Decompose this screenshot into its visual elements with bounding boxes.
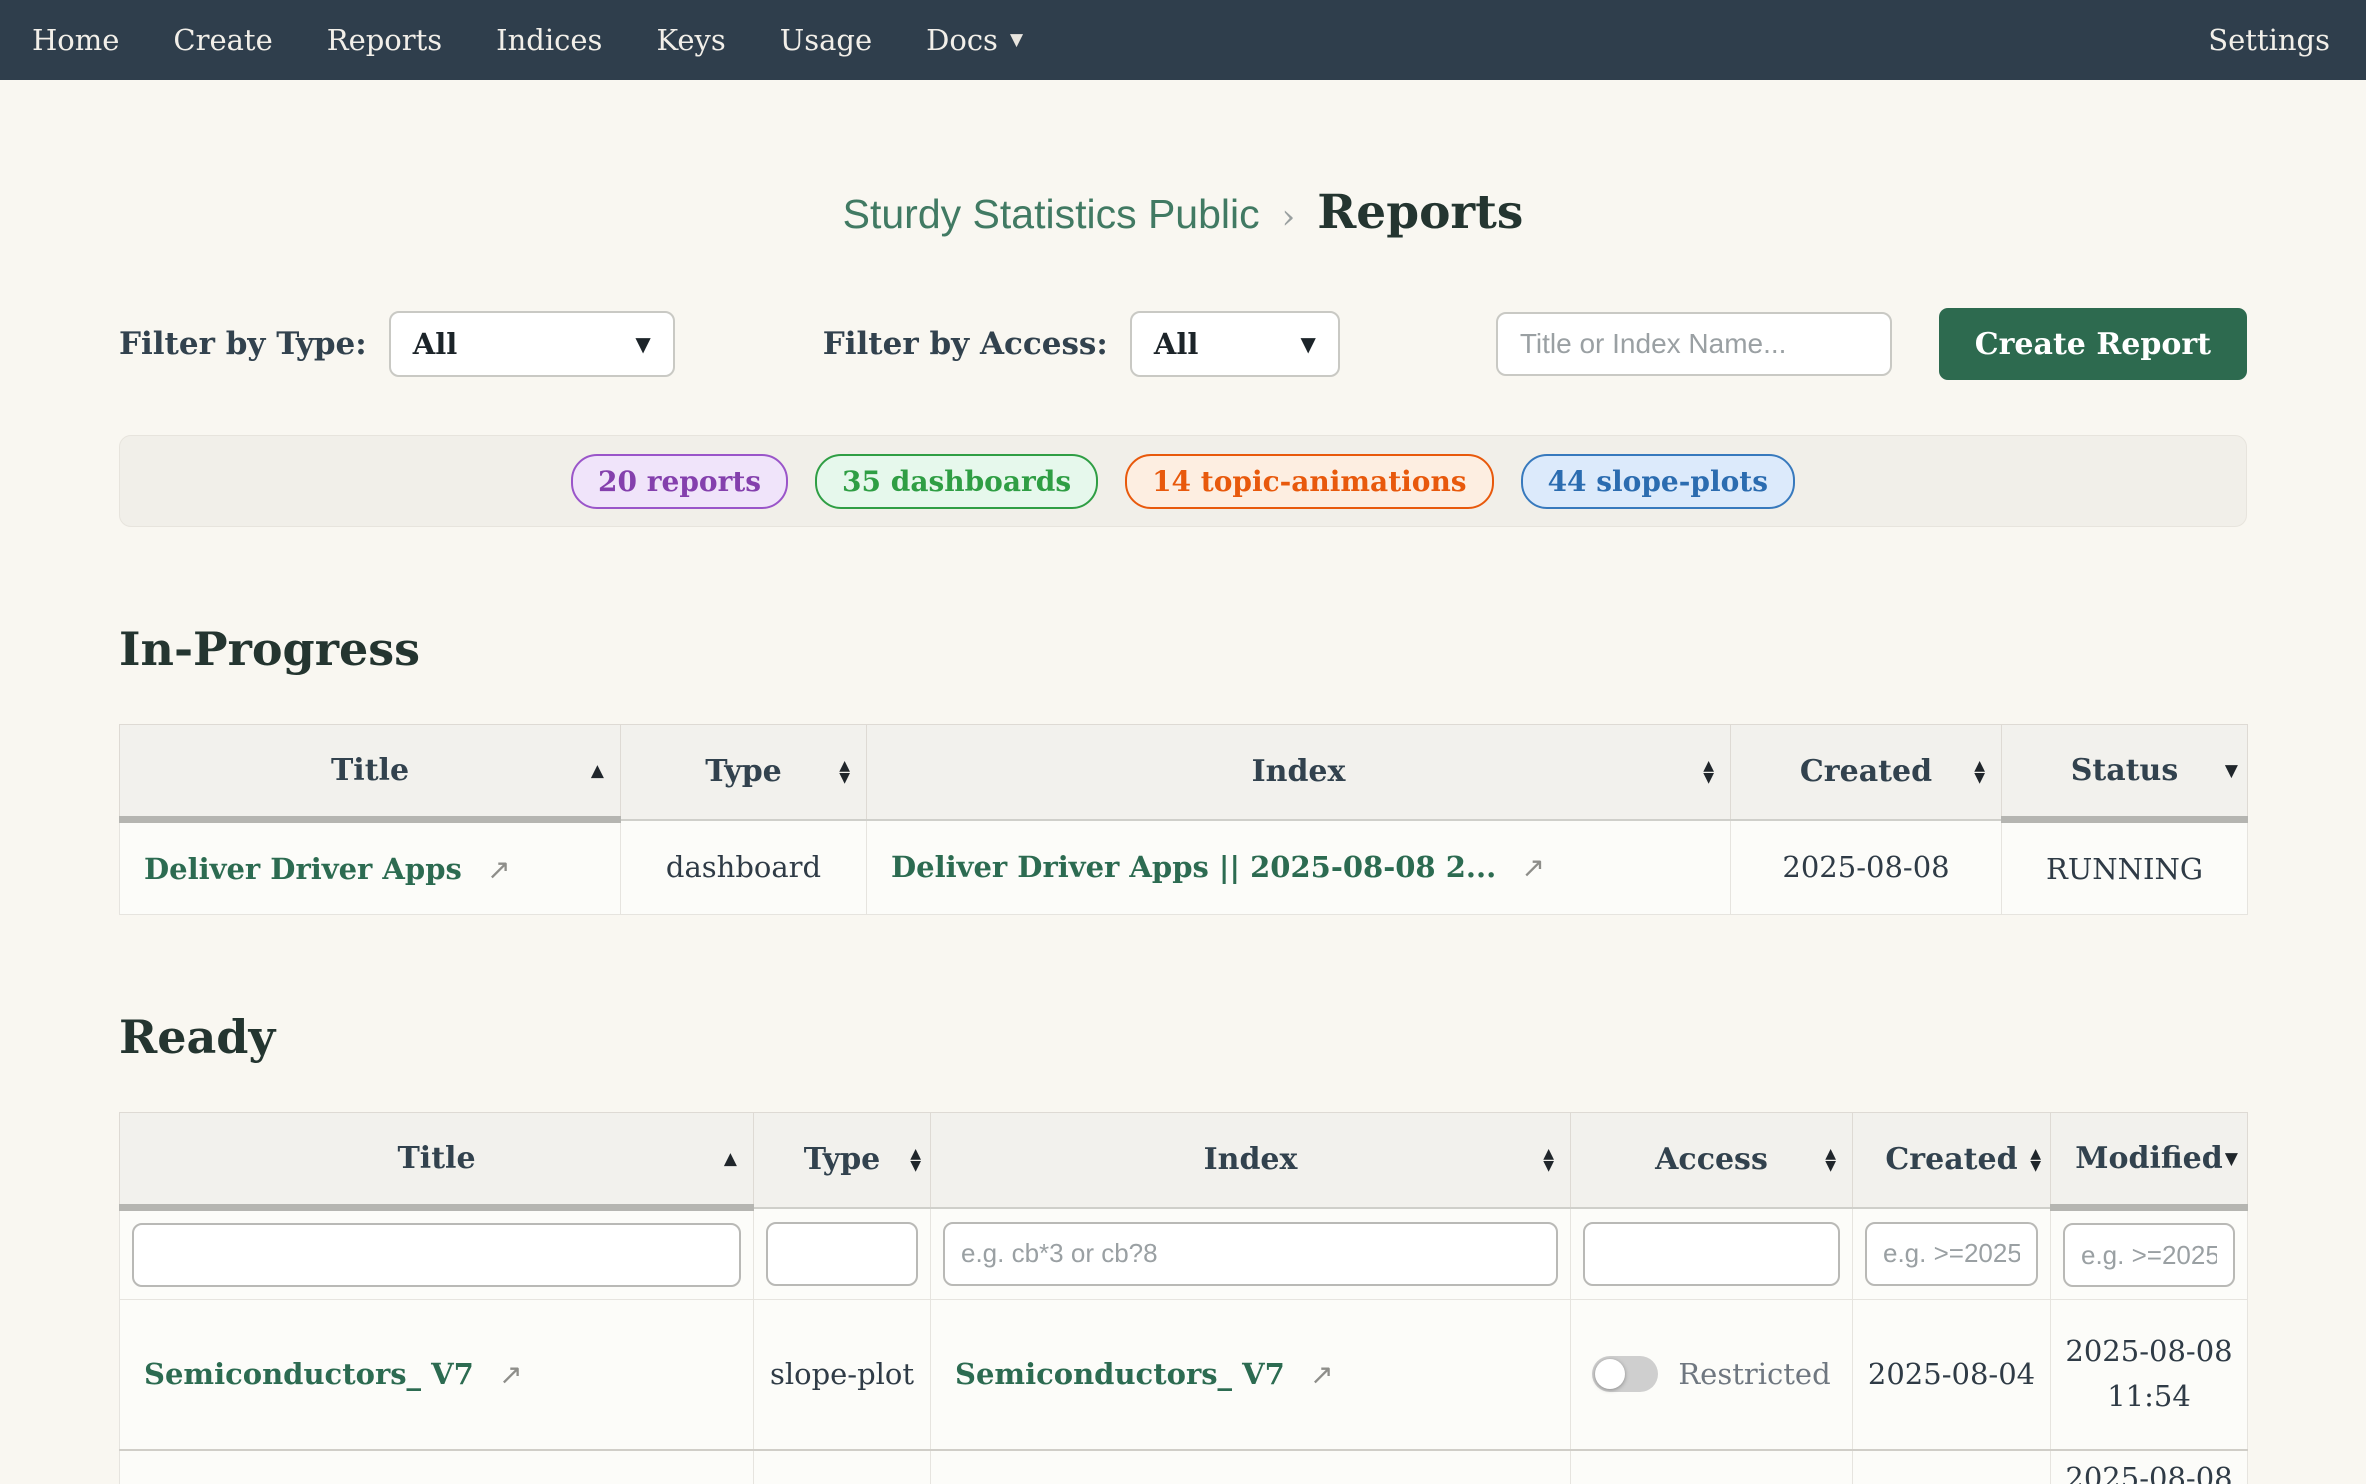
nav-item-create[interactable]: Create bbox=[173, 23, 272, 57]
sort-both-icon: ▲▼ bbox=[910, 1148, 921, 1172]
sort-both-icon: ▲▼ bbox=[2030, 1148, 2041, 1172]
sort-asc-icon: ▲ bbox=[724, 1149, 737, 1169]
external-link-icon: ↗ bbox=[1521, 851, 1544, 884]
modified-column-filter-input[interactable] bbox=[2063, 1223, 2235, 1287]
column-header-title[interactable]: Title ▲ bbox=[120, 1113, 754, 1208]
table-row: Semiconductors_ V7 ↗ slope-plot Semicond… bbox=[120, 1300, 2248, 1450]
external-link-icon: ↗ bbox=[1310, 1358, 1333, 1391]
external-link-icon: ↗ bbox=[487, 853, 510, 886]
badge-reports-count: 20 reports bbox=[571, 454, 788, 509]
nav-item-keys[interactable]: Keys bbox=[656, 23, 725, 57]
column-header-modified[interactable]: Modified ▼ bbox=[2051, 1113, 2248, 1208]
filter-type-value: All bbox=[413, 327, 458, 361]
badge-dashboards-count: 35 dashboards bbox=[815, 454, 1098, 509]
column-header-index[interactable]: Index ▲▼ bbox=[931, 1113, 1571, 1208]
nav-item-usage[interactable]: Usage bbox=[780, 23, 872, 57]
filter-access-value: All bbox=[1154, 327, 1199, 361]
index-column-filter-input[interactable] bbox=[943, 1222, 1558, 1286]
status-badge: RUNNING bbox=[2002, 820, 2248, 915]
report-modified-datetime: 2025-08-08 bbox=[2051, 1450, 2248, 1484]
nav-item-docs[interactable]: Docs ▼ bbox=[926, 23, 1023, 57]
column-header-type[interactable]: Type ▲▼ bbox=[754, 1113, 931, 1208]
filter-type-select[interactable]: All ▼ bbox=[389, 311, 675, 377]
badge-slope-plots-count: 44 slope-plots bbox=[1521, 454, 1795, 509]
top-navigation: Home Create Reports Indices Keys Usage D… bbox=[0, 0, 2366, 80]
nav-item-settings[interactable]: Settings bbox=[2208, 23, 2330, 57]
table-row-partial: 2025-08-08 bbox=[120, 1450, 2248, 1484]
chevron-down-icon: ▼ bbox=[1300, 332, 1315, 356]
column-header-access[interactable]: Access ▲▼ bbox=[1571, 1113, 1853, 1208]
filter-access-label: Filter by Access: bbox=[823, 326, 1108, 362]
table-row: Deliver Driver Apps ↗ dashboard Deliver … bbox=[120, 820, 2248, 915]
nav-item-home[interactable]: Home bbox=[32, 23, 119, 57]
in-progress-table: Title ▲ Type ▲▼ Index ▲▼ Created ▲▼ Stat… bbox=[119, 724, 2248, 915]
sort-desc-icon: ▼ bbox=[2225, 761, 2238, 781]
chevron-down-icon: ▼ bbox=[635, 332, 650, 356]
create-report-button[interactable]: Create Report bbox=[1939, 308, 2247, 380]
nav-item-reports[interactable]: Reports bbox=[327, 23, 442, 57]
index-link[interactable]: Deliver Driver Apps || 2025-08-08 2... bbox=[891, 850, 1496, 884]
report-title-link[interactable]: Deliver Driver Apps bbox=[144, 852, 462, 886]
report-title-link[interactable]: Semiconductors_ V7 bbox=[144, 1357, 474, 1391]
title-column-filter-input[interactable] bbox=[132, 1223, 741, 1287]
type-column-filter-input[interactable] bbox=[766, 1222, 918, 1286]
column-filter-row bbox=[120, 1208, 2248, 1300]
ready-heading: Ready bbox=[119, 1010, 2247, 1064]
sort-both-icon: ▲▼ bbox=[1825, 1148, 1836, 1172]
sort-desc-icon: ▼ bbox=[2225, 1149, 2238, 1169]
breadcrumb-chevron-icon: › bbox=[1282, 197, 1296, 237]
index-link[interactable]: Semiconductors_ V7 bbox=[955, 1357, 1285, 1391]
nav-item-indices[interactable]: Indices bbox=[496, 23, 602, 57]
ready-header-row: Title ▲ Type ▲▼ Index ▲▼ Access ▲▼ Creat… bbox=[120, 1113, 2248, 1208]
sort-both-icon: ▲▼ bbox=[839, 760, 850, 784]
in-progress-heading: In-Progress bbox=[119, 622, 2247, 676]
filter-bar: Filter by Type: All ▼ Filter by Access: … bbox=[119, 308, 2247, 380]
report-created-date: 2025-08-04 bbox=[1853, 1300, 2051, 1450]
access-cell: Restricted bbox=[1571, 1356, 1852, 1392]
sort-both-icon: ▲▼ bbox=[1974, 760, 1985, 784]
column-header-index[interactable]: Index ▲▼ bbox=[867, 725, 1731, 820]
column-header-status[interactable]: Status ▼ bbox=[2002, 725, 2248, 820]
report-type: dashboard bbox=[621, 820, 867, 915]
report-modified-datetime: 2025-08-08 11:54 bbox=[2051, 1329, 2247, 1419]
column-header-title[interactable]: Title ▲ bbox=[120, 725, 621, 820]
ready-table: Title ▲ Type ▲▼ Index ▲▼ Access ▲▼ Creat… bbox=[119, 1112, 2248, 1484]
main-content: Sturdy Statistics Public › Reports Filte… bbox=[119, 185, 2247, 1484]
toggle-knob bbox=[1595, 1359, 1625, 1389]
page-title: Reports bbox=[1317, 185, 1523, 240]
in-progress-header-row: Title ▲ Type ▲▼ Index ▲▼ Created ▲▼ Stat… bbox=[120, 725, 2248, 820]
sort-both-icon: ▲▼ bbox=[1543, 1148, 1554, 1172]
breadcrumb: Sturdy Statistics Public › Reports bbox=[119, 185, 2247, 240]
access-state-label: Restricted bbox=[1678, 1357, 1830, 1391]
filter-type-label: Filter by Type: bbox=[119, 326, 367, 362]
report-created-date: 2025-08-08 bbox=[1731, 820, 2002, 915]
created-column-filter-input[interactable] bbox=[1865, 1222, 2038, 1286]
sort-asc-icon: ▲ bbox=[591, 761, 604, 781]
column-header-created[interactable]: Created ▲▼ bbox=[1731, 725, 2002, 820]
report-type: slope-plot bbox=[754, 1300, 931, 1450]
access-column-filter-input[interactable] bbox=[1583, 1222, 1840, 1286]
badge-topic-animations-count: 14 topic-animations bbox=[1125, 454, 1493, 509]
chevron-down-icon: ▼ bbox=[1010, 30, 1023, 50]
summary-badges-strip: 20 reports 35 dashboards 14 topic-animat… bbox=[119, 435, 2247, 527]
filter-access-select[interactable]: All ▼ bbox=[1130, 311, 1340, 377]
search-input[interactable] bbox=[1496, 312, 1892, 376]
column-header-type[interactable]: Type ▲▼ bbox=[621, 725, 867, 820]
column-header-created[interactable]: Created ▲▼ bbox=[1853, 1113, 2051, 1208]
sort-both-icon: ▲▼ bbox=[1703, 760, 1714, 784]
access-toggle[interactable] bbox=[1592, 1356, 1658, 1392]
external-link-icon: ↗ bbox=[499, 1358, 522, 1391]
breadcrumb-parent-link[interactable]: Sturdy Statistics Public bbox=[843, 191, 1260, 238]
